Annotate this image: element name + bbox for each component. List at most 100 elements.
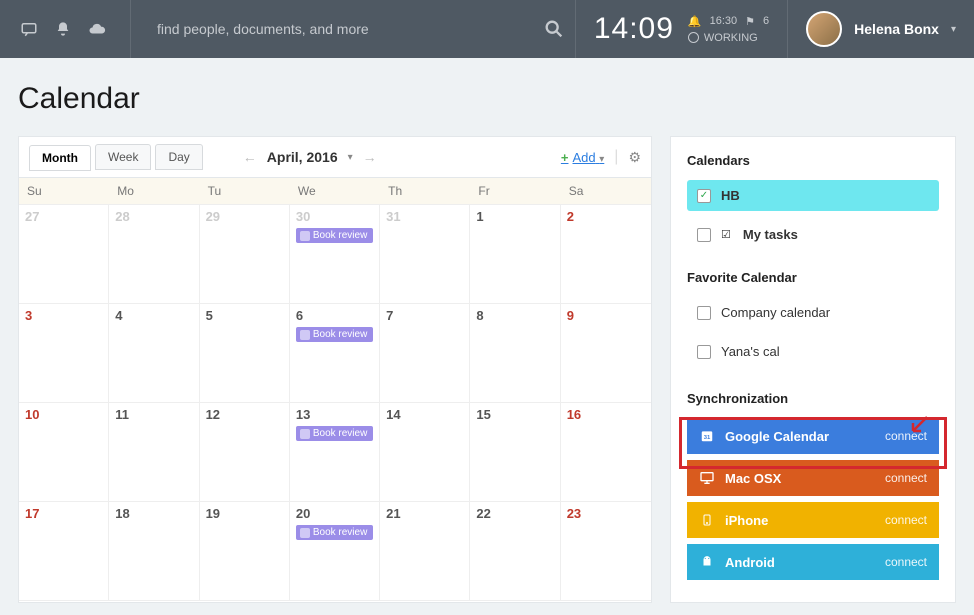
cloud-icon[interactable] [80, 11, 114, 47]
google-label: Google Calendar [725, 429, 829, 444]
sync-iphone[interactable]: iPhone connect [687, 502, 939, 538]
favorite-title: Favorite Calendar [687, 270, 939, 285]
calendar-event[interactable]: Book review [296, 426, 373, 441]
calendar-cell[interactable]: 13Book review [290, 403, 380, 502]
calendar-cell[interactable]: 31 [380, 205, 470, 304]
calendar-cell[interactable]: 23 [561, 502, 651, 601]
clock-time: 14:09 [594, 12, 674, 46]
calendar-item-mytasks[interactable]: ☑ My tasks [687, 219, 939, 250]
sync-section: Synchronization 31 Google Calendar conne… [687, 391, 939, 580]
user-area[interactable]: Helena Bonx ▾ [788, 11, 974, 47]
main-wrap: Month Week Day ← April, 2016 ▾ → +Add ▾ … [0, 136, 974, 603]
calendar-cell[interactable]: 4 [109, 304, 199, 403]
sync-android[interactable]: Android connect [687, 544, 939, 580]
day-number: 2 [567, 209, 645, 224]
page-title: Calendar [0, 58, 974, 136]
calendar-cell[interactable]: 30 Book review [290, 205, 380, 304]
calendar-cell[interactable]: 21 [380, 502, 470, 601]
day-number: 27 [25, 209, 102, 224]
calendar-cell[interactable]: 16 [561, 403, 651, 502]
tab-day[interactable]: Day [155, 144, 202, 170]
user-dropdown-caret: ▾ [951, 24, 956, 35]
bell-small-icon: 🔔 [688, 15, 702, 28]
calendar-cell[interactable]: 27 [19, 205, 109, 304]
calendar-cell[interactable]: 10 [19, 403, 109, 502]
calendar-item-hb[interactable]: ✓ HB [687, 180, 939, 211]
sync-title: Synchronization [687, 391, 939, 406]
day-number: 12 [206, 407, 283, 422]
search-input[interactable] [157, 21, 533, 37]
task-check-icon: ☑ [721, 228, 731, 241]
calendar-cell[interactable]: 18 [109, 502, 199, 601]
calendars-title: Calendars [687, 153, 939, 168]
month-label[interactable]: April, 2016 [267, 149, 338, 165]
weekday-we: We [290, 178, 380, 204]
calendar-cell[interactable]: 7 [380, 304, 470, 403]
calendar-cell[interactable]: 5 [200, 304, 290, 403]
calendar-cell[interactable]: 11 [109, 403, 199, 502]
sync-mac[interactable]: Mac OSX connect [687, 460, 939, 496]
gear-icon[interactable]: ⚙ [628, 149, 641, 166]
weekday-tu: Tu [200, 178, 290, 204]
weekday-th: Th [380, 178, 470, 204]
calendar-cell[interactable]: 6 Book review [290, 304, 380, 403]
calendar-panel: Month Week Day ← April, 2016 ▾ → +Add ▾ … [18, 136, 652, 603]
svg-text:31: 31 [704, 435, 711, 441]
day-number: 15 [476, 407, 553, 422]
calendar-grid: 27282930Book review31123456Book review78… [19, 205, 651, 601]
search-icon[interactable] [543, 18, 565, 40]
calendar-cell[interactable]: 17 [19, 502, 109, 601]
messages-icon[interactable] [12, 11, 46, 47]
calendar-cell[interactable]: 19 [200, 502, 290, 601]
day-number: 18 [115, 506, 192, 521]
day-number: 31 [386, 209, 463, 224]
sync-google[interactable]: 31 Google Calendar connect [687, 418, 939, 454]
event-label: Book review [313, 230, 367, 241]
tab-month[interactable]: Month [29, 145, 91, 171]
calendar-item-yana[interactable]: Yana's cal [687, 336, 939, 367]
month-dropdown-caret[interactable]: ▾ [348, 152, 353, 163]
calendar-cell[interactable]: 3 [19, 304, 109, 403]
checkbox-checked-icon[interactable]: ✓ [697, 189, 711, 203]
calendar-event[interactable]: Book review [296, 228, 373, 243]
calendar-cell[interactable]: 29 [200, 205, 290, 304]
event-icon [300, 528, 310, 538]
calendar-cell[interactable]: 20Book review [290, 502, 380, 601]
calendar-cell[interactable]: 9 [561, 304, 651, 403]
connect-label: connect [885, 555, 927, 569]
calendar-cell[interactable]: 28 [109, 205, 199, 304]
day-number: 28 [115, 209, 192, 224]
checkbox-icon[interactable] [697, 306, 711, 320]
connect-label: connect [885, 471, 927, 485]
mac-label: Mac OSX [725, 471, 781, 486]
calendar-cell[interactable]: 2 [561, 205, 651, 304]
tab-week[interactable]: Week [95, 144, 151, 170]
checkbox-icon[interactable] [697, 345, 711, 359]
day-number: 5 [206, 308, 283, 323]
calendar-cell[interactable]: 12 [200, 403, 290, 502]
calendar-cell[interactable]: 22 [470, 502, 560, 601]
event-label: Book review [313, 428, 367, 439]
day-number: 7 [386, 308, 463, 323]
calendar-cell[interactable]: 1 [470, 205, 560, 304]
favorite-section: Favorite Calendar Company calendar Yana'… [687, 270, 939, 367]
calendar-event[interactable]: Book review [296, 525, 373, 540]
day-number: 30 [296, 209, 373, 224]
day-number: 21 [386, 506, 463, 521]
checkbox-icon[interactable] [697, 228, 711, 242]
avatar [806, 11, 842, 47]
event-label: Book review [313, 527, 367, 538]
add-link[interactable]: +Add ▾ [561, 150, 604, 165]
prev-month-icon[interactable]: ← [243, 149, 257, 165]
day-number: 6 [296, 308, 373, 323]
bell-icon[interactable] [46, 11, 80, 47]
calendar-event[interactable]: Book review [296, 327, 373, 342]
next-month-icon[interactable]: → [363, 149, 377, 165]
day-number: 19 [206, 506, 283, 521]
calendar-cell[interactable]: 14 [380, 403, 470, 502]
day-number: 8 [476, 308, 553, 323]
view-tabs: Month Week Day [29, 144, 203, 170]
calendar-item-company[interactable]: Company calendar [687, 297, 939, 328]
calendar-cell[interactable]: 8 [470, 304, 560, 403]
calendar-cell[interactable]: 15 [470, 403, 560, 502]
